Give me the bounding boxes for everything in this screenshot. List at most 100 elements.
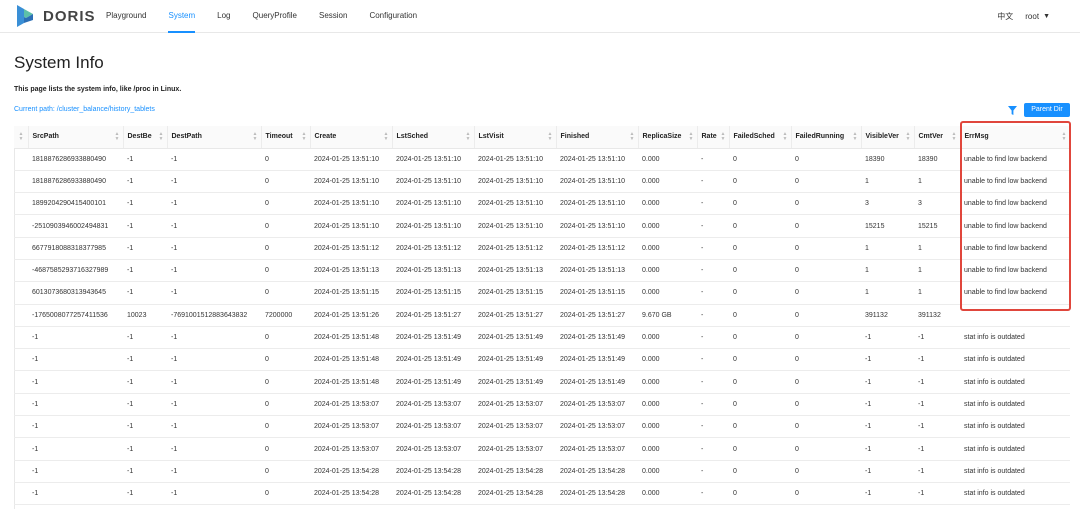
sort-icon[interactable]: ▲ ▼ — [384, 132, 389, 142]
table-row[interactable]: -1-1-102024-01-25 13:54:282024-01-25 13:… — [14, 482, 1070, 506]
sort-icon[interactable]: ▲ ▼ — [721, 132, 726, 142]
nav-item-configuration[interactable]: Configuration — [369, 0, 417, 33]
username: root — [1025, 12, 1040, 21]
logo[interactable]: DORIS — [14, 3, 96, 29]
nav-item-playground[interactable]: Playground — [106, 0, 146, 33]
table-row[interactable]: -2510903946002494831 -1 -1 0 2024-01-25 13:5… — [14, 214, 1070, 238]
cell-cmtver: -1 — [914, 504, 960, 509]
sort-icon[interactable]: ▲ ▼ — [630, 132, 635, 142]
sort-icon[interactable]: ▲ ▼ — [952, 132, 957, 142]
column-header-failedrunning[interactable]: FailedRunning ▲ ▼ — [791, 126, 862, 149]
cell-failedsched: 0 — [729, 170, 791, 194]
column-header-rate[interactable]: Rate ▲ ▼ — [697, 126, 730, 149]
column-header-lstsched[interactable]: LstSched ▲ ▼ — [392, 126, 475, 149]
column-header-failedsched[interactable]: FailedSched ▲ ▼ — [729, 126, 792, 149]
cell-finished: 2024-01-25 13:54:28 — [556, 460, 638, 483]
sort-icon[interactable]: ▲ ▼ — [906, 132, 911, 142]
sort-icon[interactable]: ▲ ▼ — [466, 132, 471, 142]
cell-errmsg — [960, 304, 1070, 327]
cell-failedsched: 0 — [729, 393, 791, 417]
table-row[interactable]: -1 -1 -1 0 2024-01-25 13:53:07 2024-01-25 13:… — [14, 393, 1070, 417]
nav-item-system[interactable]: System — [168, 0, 196, 33]
cell-visiblever: 1 — [861, 237, 914, 260]
cell-lstvisit: 2024-01-25 13:51:49 — [474, 348, 556, 372]
cell-create: 2024-01-25 13:51:15 — [310, 281, 392, 305]
cell-timeout: 0 — [261, 259, 310, 283]
row-spacer — [14, 304, 28, 327]
cell-failedrunning: 0 — [791, 482, 861, 506]
sort-icon[interactable]: ▲ ▼ — [853, 132, 858, 142]
current-path-link[interactable]: Current path: /cluster_balance/history_t… — [14, 106, 155, 113]
table-row[interactable]: 1818876286933880490 -1 -1 0 2024-01-25 13:51… — [14, 148, 1070, 171]
cell-failedsched: 0 — [729, 192, 791, 216]
table-row[interactable]: -1765008077257411536 10023 -76910015128836… — [14, 304, 1070, 327]
cell-create: 2024-01-25 13:51:48 — [310, 348, 392, 372]
table-row[interactable]: -1 -1 -1 0 2024-01-25 13:51:48 2024-01-25 13:… — [14, 370, 1070, 394]
cell-failedsched: 0 — [729, 281, 791, 305]
parent-dir-button[interactable]: Parent Dir — [1024, 103, 1070, 117]
nav-item-session[interactable]: Session — [319, 0, 347, 33]
cell-finished: 2024-01-25 13:51:12 — [556, 237, 638, 260]
sort-icon[interactable]: ▲ ▼ — [302, 132, 307, 142]
column-header-lstvisit[interactable]: LstVisit ▲ ▼ — [474, 126, 557, 149]
table-row[interactable]: 6013073680313943645 -1 -1 0 2024-01-25 13:51… — [14, 281, 1070, 305]
sort-icon[interactable]: ▲ ▼ — [159, 132, 164, 142]
column-header-srcpath[interactable]: SrcPath ▲ ▼ — [28, 126, 124, 149]
table-row[interactable]: -4687585293716327989 -1 -1 0 2024-01-25 13:5… — [14, 259, 1070, 283]
sort-icon[interactable]: ▲ ▼ — [548, 132, 553, 142]
cell-failedsched: 0 — [729, 370, 791, 394]
table-row[interactable]: 6677918088318377985 -1 -1 0 2024-01-25 13:51… — [14, 237, 1070, 260]
filter-icon[interactable] — [1008, 106, 1017, 115]
cell-visiblever: -1 — [861, 437, 914, 461]
column-header-timeout[interactable]: Timeout ▲ ▼ — [261, 126, 311, 149]
sort-icon[interactable]: ▲ ▼ — [689, 132, 694, 142]
row-spacer — [14, 326, 28, 350]
table-row[interactable]: -1 -1 -1 0 2024-01-25 13:53:07 2024-01-25 13:… — [14, 415, 1070, 439]
row-spacer — [14, 370, 28, 394]
column-header-cmtver[interactable]: CmtVer ▲ ▼ — [914, 126, 961, 149]
cell-finished: 2024-01-25 13:53:07 — [556, 415, 638, 439]
cell-replicasize: 0.000 — [638, 482, 697, 506]
column-header-finished[interactable]: Finished ▲ ▼ — [556, 126, 639, 149]
cell-errmsg: stat info is outdated — [960, 437, 1070, 461]
table-row[interactable]: 1899204290415400101 -1 -1 0 2024-01-25 13:51… — [14, 192, 1070, 216]
table-row[interactable]: -1-1-102024-01-25 13:54:282024-01-25 13:… — [14, 460, 1070, 483]
user-menu[interactable]: root ▼ — [1025, 12, 1050, 21]
language-switch[interactable]: 中文 — [997, 11, 1013, 22]
sort-icon[interactable]: ▲ ▼ — [253, 132, 258, 142]
table-row[interactable]: -1-1-102024-01-25 13:54:282024-01-25 13:… — [14, 504, 1070, 509]
cell-lstsched: 2024-01-25 13:53:07 — [392, 415, 474, 439]
cell-destpath: -1 — [167, 482, 261, 506]
row-spacer — [14, 415, 28, 439]
table-row[interactable]: -1 -1 -1 0 2024-01-25 13:51:48 2024-01-25 13:… — [14, 326, 1070, 350]
column-header-errmsg[interactable]: ErrMsg ▲ ▼ — [960, 126, 1070, 149]
cell-srcpath: -1 — [28, 326, 123, 350]
top-navigation-bar: DORIS Playground System Log QueryProfile Ses… — [0, 0, 1080, 33]
cell-destbe: -1 — [123, 214, 167, 238]
cell-timeout: 0 — [261, 192, 310, 216]
sort-icon[interactable]: ▲ ▼ — [115, 132, 120, 142]
cell-visiblever: 3 — [861, 192, 914, 216]
table-row[interactable]: -1 -1 -1 0 2024-01-25 13:53:07 2024-01-25 13:… — [14, 437, 1070, 461]
cell-failedrunning: 0 — [791, 393, 861, 417]
cell-replicasize: 0.000 — [638, 148, 697, 171]
column-header-destpath[interactable]: DestPath ▲ ▼ — [167, 126, 262, 149]
cell-timeout: 0 — [261, 281, 310, 305]
nav-item-queryprofile[interactable]: QueryProfile — [253, 0, 297, 33]
row-spacer — [14, 281, 28, 305]
cell-destpath: -1 — [167, 393, 261, 417]
column-header-create[interactable]: Create ▲ ▼ — [310, 126, 393, 149]
row-spacer — [14, 237, 28, 260]
column-header-destbe[interactable]: DestBe ▲ ▼ — [123, 126, 168, 149]
cell-destpath: -1 — [167, 148, 261, 171]
table-row[interactable]: 1818876286933880490 -1 -1 0 2024-01-25 13:51… — [14, 170, 1070, 194]
nav-item-log[interactable]: Log — [217, 0, 230, 33]
sort-icon[interactable]: ▲ ▼ — [783, 132, 788, 142]
column-header-replicasize[interactable]: ReplicaSize ▲ ▼ — [638, 126, 698, 149]
table-row[interactable]: -1 -1 -1 0 2024-01-25 13:51:48 2024-01-25 13:… — [14, 348, 1070, 372]
column-header-visiblever[interactable]: VisibleVer ▲ ▼ — [861, 126, 915, 149]
cell-create: 2024-01-25 13:51:10 — [310, 214, 392, 238]
cell-destpath: -1 — [167, 281, 261, 305]
cell-create: 2024-01-25 13:54:28 — [310, 460, 392, 483]
sort-icon[interactable]: ▲ ▼ — [1062, 132, 1067, 142]
